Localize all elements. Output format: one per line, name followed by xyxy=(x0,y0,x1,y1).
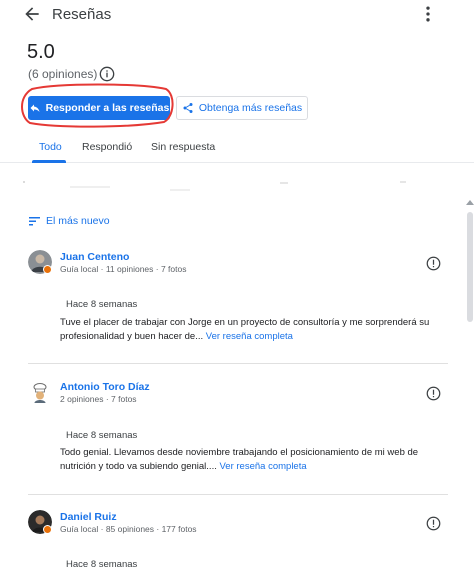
tab-respondio[interactable]: Respondió xyxy=(82,141,132,153)
divider xyxy=(28,494,448,495)
more-vert-icon[interactable] xyxy=(418,4,438,24)
read-full-review-link[interactable]: Ver reseña completa xyxy=(206,331,293,342)
reviewer-meta: Guía local · 11 opiniones · 7 fotos xyxy=(60,264,187,274)
review-text: Tuve el placer de trabajar con Jorge en … xyxy=(60,316,445,344)
rating-value: 5.0 xyxy=(27,41,55,63)
info-icon[interactable] xyxy=(99,66,115,82)
review-info-icon[interactable] xyxy=(426,386,441,401)
sort-label: El más nuevo xyxy=(46,215,110,227)
local-guide-badge xyxy=(43,525,52,534)
respond-reviews-label: Responder a las reseñas xyxy=(45,102,170,114)
tab-todo[interactable]: Todo xyxy=(39,141,62,153)
reviewer-meta: Guía local · 85 opiniones · 177 fotos xyxy=(60,524,197,534)
review-date: Hace 8 semanas xyxy=(66,430,138,441)
sort-icon xyxy=(29,217,40,226)
reviewer-meta: 2 opiniones · 7 fotos xyxy=(60,394,137,404)
reviewer-name[interactable]: Daniel Ruiz xyxy=(60,511,117,523)
top-bar: Reseñas xyxy=(0,0,474,28)
tab-bar: Todo Respondió Sin respuesta xyxy=(0,135,474,163)
active-tab-indicator xyxy=(32,160,66,163)
arrow-back-icon[interactable] xyxy=(22,4,42,24)
local-guide-badge xyxy=(43,265,52,274)
avatar xyxy=(28,380,52,404)
sort-dropdown[interactable]: El más nuevo xyxy=(29,215,110,227)
respond-reviews-button[interactable]: Responder a las reseñas xyxy=(28,96,170,120)
review-date: Hace 8 semanas xyxy=(66,299,138,310)
review-text: Todo genial. Llevamos desde noviembre tr… xyxy=(60,446,445,474)
reply-icon xyxy=(30,104,40,112)
reviewer-name[interactable]: Antonio Toro Díaz xyxy=(60,381,150,393)
share-icon xyxy=(183,103,193,113)
review-info-icon[interactable] xyxy=(426,516,441,531)
scroll-thumb[interactable] xyxy=(467,212,473,322)
get-more-reviews-button[interactable]: Obtenga más reseñas xyxy=(176,96,308,120)
read-full-review-link[interactable]: Ver reseña completa xyxy=(220,461,307,472)
review-date: Hace 8 semanas xyxy=(66,559,138,567)
review-info-icon[interactable] xyxy=(426,256,441,271)
page-title: Reseñas xyxy=(52,6,112,23)
tab-sin-respuesta[interactable]: Sin respuesta xyxy=(151,141,215,153)
divider xyxy=(28,363,448,364)
faint-artifacts xyxy=(23,181,406,191)
review-count: (6 opiniones) xyxy=(28,67,98,81)
get-more-reviews-label: Obtenga más reseñas xyxy=(198,102,303,114)
scroll-up-arrow[interactable] xyxy=(466,200,474,205)
reviewer-name[interactable]: Juan Centeno xyxy=(60,251,129,263)
scrollbar[interactable] xyxy=(464,198,474,567)
